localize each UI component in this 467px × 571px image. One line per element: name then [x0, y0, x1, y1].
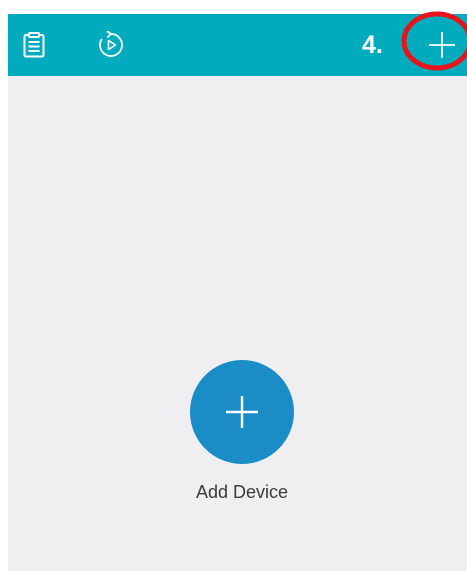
add-button-top[interactable]	[426, 29, 458, 61]
app-window: 4. Add Device	[8, 14, 467, 571]
step-number-label: 4.	[362, 31, 383, 59]
replay-icon	[99, 31, 123, 57]
list-button[interactable]	[19, 30, 49, 60]
add-device-button[interactable]	[190, 360, 294, 464]
plus-icon	[429, 32, 455, 58]
screen: 4. Add Device	[0, 0, 467, 571]
playback-button[interactable]	[96, 30, 126, 60]
plus-icon	[226, 396, 258, 428]
clipboard-list-icon	[23, 32, 45, 58]
top-bar: 4.	[8, 14, 467, 76]
add-device-label: Add Device	[195, 482, 289, 502]
